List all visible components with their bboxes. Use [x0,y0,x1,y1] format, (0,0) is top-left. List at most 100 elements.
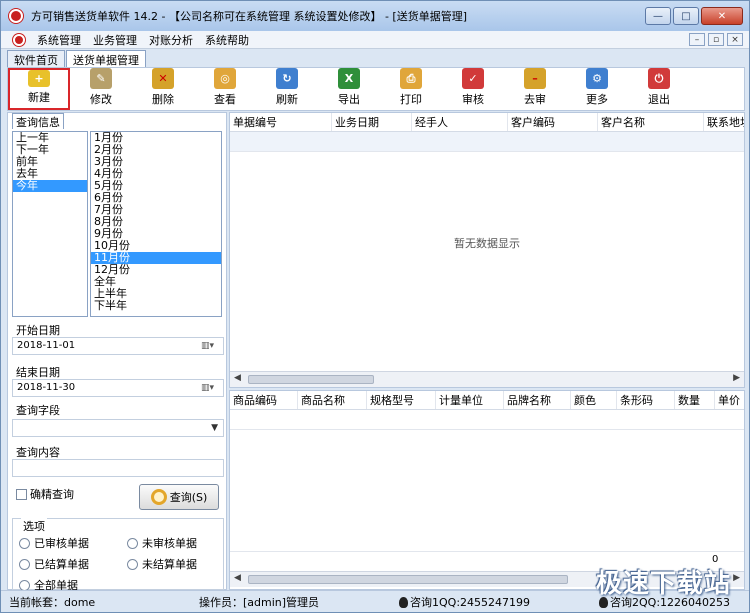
orders-grid-header: 单据编号 业务日期 经手人 客户编码 客户名称 联系地址 [230,113,744,132]
exit-icon: ⏻ [648,68,670,89]
column-header[interactable]: 商品编码 [230,391,298,409]
items-grid: 商品编码 商品名称 规格型号 计量单位 品牌名称 颜色 条形码 数量 单价 0 … [229,390,745,590]
scroll-left-icon[interactable]: ◀ [234,373,241,383]
new-row-placeholder[interactable] [230,132,744,152]
radio-audited[interactable]: 已审核单据 [19,535,89,551]
toolbar: + 新建 ✎ 修改 ✕ 删除 ◎ 查看 ↻ 刷新 X 导出 ⎙ 打印 ✓ 审核 [7,67,745,111]
menu-system-manage[interactable]: 系统管理 [37,32,81,48]
column-header[interactable]: 数量 [675,391,715,409]
options-title: 选项 [21,518,47,534]
radio-circle[interactable] [127,537,138,549]
mdi-restore-button[interactable]: ▫ [708,33,724,46]
list-item[interactable]: 下半年 [91,300,221,312]
close-button[interactable]: ✕ [701,7,743,25]
year-list[interactable]: 上一年 下一年 前年 去年 今年 [12,131,88,317]
refresh-icon: ↻ [276,68,298,89]
column-header[interactable]: 客户名称 [598,113,704,131]
scroll-left-icon[interactable]: ◀ [234,573,241,583]
search-icon [150,489,167,505]
print-icon: ⎙ [400,68,422,89]
exact-query-checkbox[interactable]: 确精查询 [16,486,74,502]
tab-query-info[interactable]: 查询信息 [12,113,64,129]
qq-contact-1[interactable]: 咨询1QQ:2455247199 [391,594,591,610]
unaudit-button[interactable]: – 去审 [504,68,566,110]
mdi-minimize-button[interactable]: – [689,33,705,46]
options-group: 选项 已审核单据 未审核单据 已结算单据 未结算单据 全部单据 [12,518,224,592]
exact-query-label: 确精查询 [30,488,74,501]
tab-home[interactable]: 软件首页 [7,50,65,67]
column-header[interactable]: 品牌名称 [504,391,571,409]
month-list[interactable]: 1月份 2月份 3月份 4月份 5月份 6月份 7月份 8月份 9月份 10月份… [90,131,222,317]
column-header[interactable]: 条形码 [617,391,675,409]
print-button[interactable]: ⎙ 打印 [380,68,442,110]
query-panel: 查询信息 上一年 下一年 前年 去年 今年 1月份 2月份 3月份 4月份 5月… [7,112,227,592]
delete-icon: ✕ [152,68,174,89]
delete-button[interactable]: ✕ 删除 [132,68,194,110]
column-header[interactable]: 业务日期 [332,113,412,131]
start-date-picker[interactable]: 2018-11-01 ▥▾ [12,337,224,355]
minimize-button[interactable]: — [645,7,671,25]
menu-reconcile-analysis[interactable]: 对账分析 [149,32,193,48]
scroll-thumb[interactable] [248,575,568,584]
radio-settled[interactable]: 已结算单据 [19,556,89,572]
radio-unsettled[interactable]: 未结算单据 [127,556,197,572]
start-date-value: 2018-11-01 [17,340,76,351]
query-field-label: 查询字段 [16,404,60,417]
more-button[interactable]: ⚙ 更多 [566,68,628,110]
menu-business-manage[interactable]: 业务管理 [93,32,137,48]
chevron-down-icon[interactable]: ▼ [211,420,218,436]
menu-logo-icon[interactable] [13,33,25,46]
audit-icon: ✓ [462,68,484,89]
view-button[interactable]: ◎ 查看 [194,68,256,110]
new-doc-icon: + [28,70,50,87]
radio-unaudited[interactable]: 未审核单据 [127,535,197,551]
qq-penguin-icon [399,597,408,608]
list-item-selected[interactable]: 今年 [13,180,87,192]
column-header[interactable]: 单价 [715,391,744,409]
column-header[interactable]: 客户编码 [508,113,598,131]
app-logo-icon [9,9,23,23]
new-button[interactable]: + 新建 [8,68,70,110]
refresh-button[interactable]: ↻ 刷新 [256,68,318,110]
menu-bar: 系统管理 业务管理 对账分析 系统帮助 – ▫ × [1,31,749,49]
unaudit-icon: – [524,68,546,89]
start-date-label: 开始日期 [16,324,60,337]
window-title: 方可销售送货单软件 14.2 - 【公司名称可在系统管理 系统设置处修改】 - … [31,10,467,23]
query-field-select[interactable]: ▼ [12,419,224,437]
exit-button[interactable]: ⏻ 退出 [628,68,690,110]
checkbox-box[interactable] [16,488,27,500]
query-content-label: 查询内容 [16,446,60,459]
edit-icon: ✎ [90,68,112,89]
column-header[interactable]: 商品名称 [298,391,367,409]
export-button[interactable]: X 导出 [318,68,380,110]
column-header[interactable]: 经手人 [412,113,508,131]
scroll-right-icon[interactable]: ▶ [733,573,740,583]
end-date-picker[interactable]: 2018-11-30 ▥▾ [12,379,224,397]
scroll-thumb[interactable] [248,375,374,384]
column-header[interactable]: 单据编号 [230,113,332,131]
scroll-right-icon[interactable]: ▶ [733,373,740,383]
mdi-close-button[interactable]: × [727,33,743,46]
new-row-placeholder[interactable] [230,410,744,430]
horizontal-scrollbar[interactable]: ◀ ▶ [230,371,744,387]
column-header[interactable]: 计量单位 [436,391,504,409]
radio-circle[interactable] [19,579,30,591]
excel-icon: X [338,68,360,89]
query-button[interactable]: 查询(S) [139,484,219,510]
column-header[interactable]: 规格型号 [367,391,436,409]
column-header[interactable]: 联系地址 [704,113,744,131]
tab-delivery-orders[interactable]: 送货单据管理 [66,50,146,67]
audit-button[interactable]: ✓ 审核 [442,68,504,110]
maximize-button[interactable]: □ [673,7,699,25]
radio-circle[interactable] [19,537,30,549]
edit-button[interactable]: ✎ 修改 [70,68,132,110]
orders-grid: 单据编号 业务日期 经手人 客户编码 客户名称 联系地址 暂无数据显示 ◀ ▶ [229,112,745,388]
query-content-input[interactable] [12,459,224,477]
calendar-icon[interactable]: ▥▾ [201,340,219,352]
radio-circle[interactable] [19,558,30,570]
calendar-icon[interactable]: ▥▾ [201,382,219,394]
column-header[interactable]: 颜色 [571,391,617,409]
more-icon: ⚙ [586,68,608,89]
menu-system-help[interactable]: 系统帮助 [205,32,249,48]
radio-circle[interactable] [127,558,138,570]
